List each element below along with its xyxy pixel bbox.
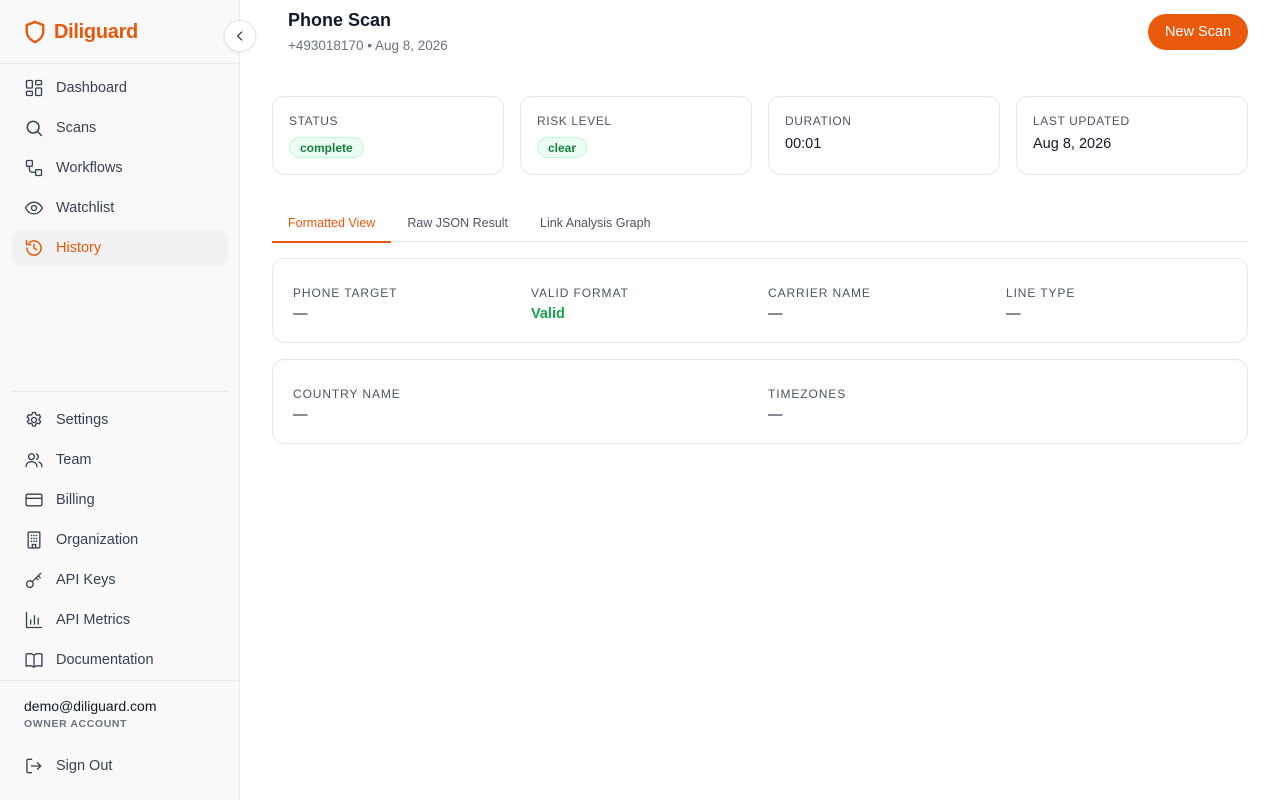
phone-target-field: PHONE TARGET — xyxy=(293,286,397,322)
divider xyxy=(12,391,228,392)
user-role: OWNER ACCOUNT xyxy=(24,718,128,730)
status-label: STATUS xyxy=(289,114,339,128)
book-icon xyxy=(24,650,44,670)
phone-details-card: PHONE TARGET — VALID FORMAT Valid CARRIE… xyxy=(272,258,1248,343)
dashboard-icon xyxy=(24,78,44,98)
field-label: CARRIER NAME xyxy=(768,286,871,300)
secondary-nav: Settings Team Billing Organization API K… xyxy=(12,402,228,682)
sidebar-item-dashboard[interactable]: Dashboard xyxy=(12,70,228,106)
line-type-field: LINE TYPE — xyxy=(1006,286,1075,322)
sidebar-item-workflows[interactable]: Workflows xyxy=(12,150,228,186)
last-updated-card: LAST UPDATED Aug 8, 2026 xyxy=(1016,96,1248,175)
valid-format-field: VALID FORMAT Valid xyxy=(531,286,629,322)
field-value: — xyxy=(768,407,783,423)
sidebar-item-api-metrics[interactable]: API Metrics xyxy=(12,602,228,638)
field-value: — xyxy=(768,306,783,322)
location-details-card: COUNTRY NAME — TIMEZONES — xyxy=(272,359,1248,444)
duration-value: 00:01 xyxy=(785,136,822,152)
sign-out-icon xyxy=(24,756,44,776)
field-value: — xyxy=(293,306,308,322)
signout-container: Sign Out xyxy=(12,748,228,788)
sidebar-item-watchlist[interactable]: Watchlist xyxy=(12,190,228,226)
carrier-name-field: CARRIER NAME — xyxy=(768,286,871,322)
sidebar-item-documentation[interactable]: Documentation xyxy=(12,642,228,678)
field-value: Valid xyxy=(531,306,565,322)
sidebar-item-label: API Metrics xyxy=(56,612,131,628)
sidebar-item-label: API Keys xyxy=(56,572,116,588)
sidebar-item-label: Watchlist xyxy=(56,200,115,216)
page-title: Phone Scan xyxy=(288,10,392,30)
sidebar-item-label: Scans xyxy=(56,120,97,136)
sidebar-item-label: Billing xyxy=(56,492,95,508)
tab-raw-json-result[interactable]: Raw JSON Result xyxy=(391,204,524,242)
last-updated-label: LAST UPDATED xyxy=(1033,114,1130,128)
sidebar-item-label: Workflows xyxy=(56,160,123,176)
shield-icon xyxy=(25,20,45,44)
sign-out-label: Sign Out xyxy=(56,758,113,774)
duration-label: DURATION xyxy=(785,114,852,128)
tab-formatted-view[interactable]: Formatted View xyxy=(272,204,392,243)
main-nav: Dashboard Scans Workflows Watchlist Hist… xyxy=(12,70,228,270)
sidebar: Diliguard Dashboard Scans Workflows Watc… xyxy=(0,0,240,800)
sidebar-item-label: Settings xyxy=(56,412,109,428)
risk-level-card: RISK LEVEL clear xyxy=(520,96,752,175)
gear-icon xyxy=(24,410,44,430)
brand-name: Diliguard xyxy=(54,20,138,43)
field-label: LINE TYPE xyxy=(1006,286,1076,300)
sidebar-item-label: History xyxy=(56,240,102,256)
sidebar-item-label: Organization xyxy=(56,532,139,548)
page-subtitle: +493018170 • Aug 8, 2026 xyxy=(288,38,448,53)
collapse-sidebar-button[interactable] xyxy=(224,20,256,52)
key-icon xyxy=(24,570,44,590)
bar-chart-icon xyxy=(24,610,44,630)
users-icon xyxy=(24,450,44,470)
brand-logo[interactable]: Diliguard xyxy=(24,19,138,45)
status-card: STATUS complete xyxy=(272,96,504,175)
field-value: — xyxy=(1006,306,1021,322)
country-name-field: COUNTRY NAME — xyxy=(293,387,401,423)
sidebar-item-team[interactable]: Team xyxy=(12,442,228,478)
sidebar-item-label: Documentation xyxy=(56,652,154,668)
sidebar-item-label: Dashboard xyxy=(56,80,127,96)
result-tabs: Formatted View Raw JSON Result Link Anal… xyxy=(272,204,1248,243)
status-badge: complete xyxy=(289,137,364,158)
field-label: PHONE TARGET xyxy=(293,286,398,300)
user-email: demo@diliguard.com xyxy=(24,698,157,714)
last-updated-value: Aug 8, 2026 xyxy=(1033,136,1112,152)
divider xyxy=(0,680,240,681)
history-icon xyxy=(24,238,44,258)
sidebar-item-settings[interactable]: Settings xyxy=(12,402,228,438)
field-value: — xyxy=(293,407,308,423)
sidebar-item-organization[interactable]: Organization xyxy=(12,522,228,558)
credit-card-icon xyxy=(24,490,44,510)
risk-level-label: RISK LEVEL xyxy=(537,114,612,128)
building-icon xyxy=(24,530,44,550)
tab-link-analysis-graph[interactable]: Link Analysis Graph xyxy=(524,204,666,242)
field-label: VALID FORMAT xyxy=(531,286,629,300)
new-scan-button[interactable]: New Scan xyxy=(1148,14,1248,50)
risk-level-badge: clear xyxy=(537,137,588,158)
workflow-icon xyxy=(24,158,44,178)
sidebar-item-api-keys[interactable]: API Keys xyxy=(12,562,228,598)
sidebar-item-history[interactable]: History xyxy=(12,230,228,266)
sidebar-item-billing[interactable]: Billing xyxy=(12,482,228,518)
sign-out-button[interactable]: Sign Out xyxy=(12,748,228,784)
timezones-field: TIMEZONES — xyxy=(768,387,846,423)
chevron-left-icon xyxy=(237,31,243,41)
search-icon xyxy=(24,118,44,138)
eye-icon xyxy=(24,198,44,218)
sidebar-item-label: Team xyxy=(56,452,92,468)
divider xyxy=(0,63,240,64)
field-label: COUNTRY NAME xyxy=(293,387,401,401)
field-label: TIMEZONES xyxy=(768,387,847,401)
duration-card: DURATION 00:01 xyxy=(768,96,1000,175)
sidebar-item-scans[interactable]: Scans xyxy=(12,110,228,146)
